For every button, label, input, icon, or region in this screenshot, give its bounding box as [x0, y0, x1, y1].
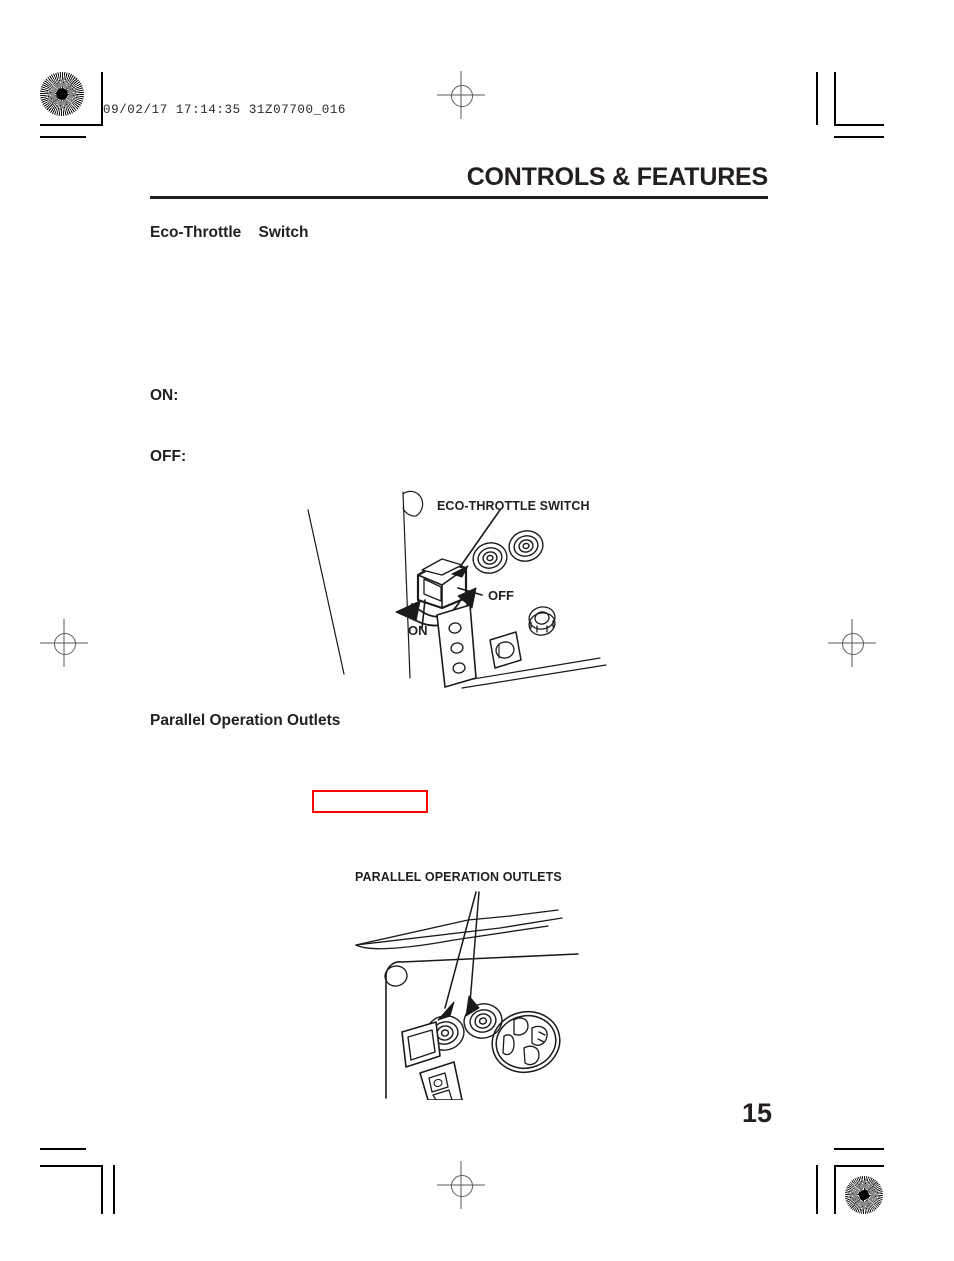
section-heading-eco-throttle: Eco-Throttle Switch: [150, 224, 309, 241]
manual-page: 09/02/17 17:14:35 31Z07700_016 CONTROLS …: [0, 0, 954, 1261]
crop-mark-bottom-right-outer-vertical: [816, 1165, 818, 1214]
crop-mark-top-right-vertical: [834, 72, 836, 125]
crop-mark-bottom-right-outer-horizontal: [834, 1148, 884, 1150]
registration-target-top-left: [40, 72, 84, 116]
figure-callout-off: OFF: [488, 588, 514, 603]
page-title: CONTROLS & FEATURES: [466, 163, 768, 191]
registration-crosshair-bottom: [437, 1161, 485, 1209]
crop-mark-top-left-vertical: [101, 72, 103, 125]
eco-throttle-switch-figure: [300, 482, 620, 692]
figure-callout-parallel-operation-outlets: PARALLEL OPERATION OUTLETS: [355, 870, 562, 884]
state-label-on: ON:: [150, 387, 179, 404]
figure-callout-on: ON: [408, 623, 428, 638]
crop-mark-top-left-horizontal: [40, 124, 103, 126]
registration-crosshair-top: [437, 71, 485, 119]
crop-mark-bottom-left-outer-vertical: [113, 1165, 115, 1214]
crop-mark-top-left-outer: [40, 136, 86, 138]
state-label-off: OFF:: [150, 448, 187, 465]
registration-target-bottom-right: [845, 1176, 883, 1214]
registration-crosshair-right: [828, 619, 876, 667]
crop-mark-bottom-left-horizontal: [40, 1165, 103, 1167]
scan-slug: 09/02/17 17:14:35 31Z07700_016: [103, 103, 347, 117]
red-annotation-box: [312, 790, 428, 813]
page-number: 15: [741, 1098, 772, 1128]
crop-mark-bottom-left-outer-horizontal: [40, 1148, 86, 1150]
crop-mark-top-right-outer-vertical: [816, 72, 818, 125]
crop-mark-top-right-horizontal: [834, 124, 884, 126]
crop-mark-top-right-outer-horizontal: [834, 136, 884, 138]
header-divider: [150, 196, 768, 199]
registration-crosshair-left: [40, 619, 88, 667]
parallel-operation-outlets-figure: [350, 890, 590, 1100]
crop-mark-bottom-right-vertical: [834, 1165, 836, 1214]
section-heading-parallel-operation-outlets: Parallel Operation Outlets: [150, 712, 341, 729]
figure-callout-eco-throttle-switch: ECO-THROTTLE SWITCH: [437, 499, 590, 513]
crop-mark-bottom-left-vertical: [101, 1165, 103, 1214]
crop-mark-bottom-right-horizontal: [834, 1165, 884, 1167]
